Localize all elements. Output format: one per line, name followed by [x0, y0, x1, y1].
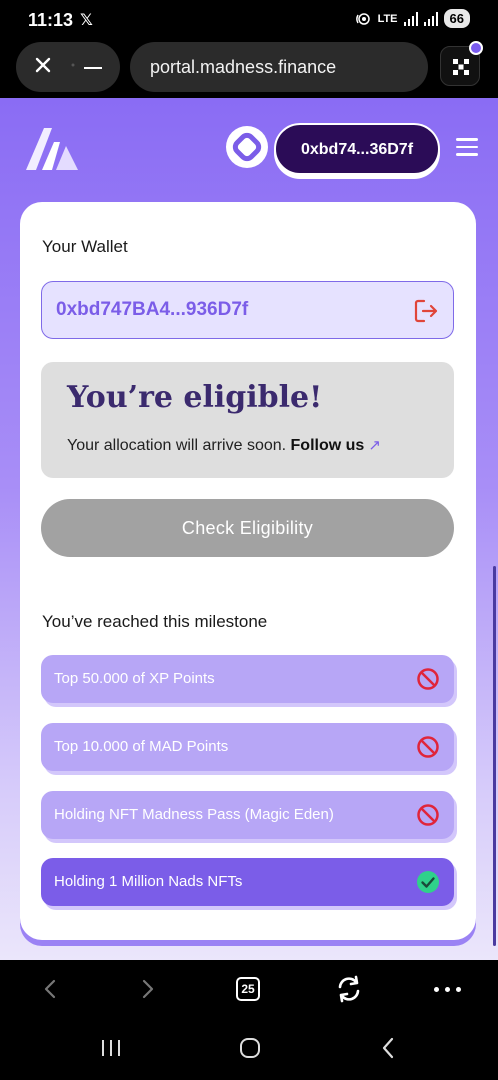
home-icon[interactable]: [238, 1036, 262, 1060]
milestone-item-mad: Top 10.000 of MAD Points: [41, 723, 454, 771]
eligibility-title: You’re eligible!: [67, 380, 323, 415]
eligibility-message: Your allocation will arrive soon. Follow…: [67, 436, 381, 455]
signal-icon-2: [423, 11, 438, 26]
follow-us-link[interactable]: Follow us: [291, 437, 365, 454]
network-selector-button[interactable]: [226, 126, 268, 168]
status-bar: 11:13 𝕏 LTE 66: [0, 0, 498, 38]
forward-icon[interactable]: [138, 974, 158, 1004]
system-back-icon[interactable]: [378, 1036, 398, 1060]
milestone-label: Holding 1 Million Nads NFTs: [54, 873, 243, 890]
milestone-label: You’ve reached this milestone: [42, 612, 268, 631]
browser-bottom-nav: 25: [0, 960, 498, 1018]
browser-toolbar: portal.madness.finance: [0, 38, 498, 98]
milestone-item-nft-pass: Holding NFT Madness Pass (Magic Eden): [41, 791, 454, 839]
status-indicators: LTE 66: [355, 9, 470, 28]
tabs-button[interactable]: 25: [236, 977, 260, 1001]
minimize-icon[interactable]: [84, 67, 102, 69]
notification-dot-icon: [469, 41, 483, 55]
status-time: 11:13: [28, 10, 74, 30]
battery-indicator: 66: [443, 9, 470, 28]
extension-button[interactable]: [440, 41, 483, 86]
close-icon[interactable]: [32, 54, 54, 76]
not-allowed-icon: [417, 668, 439, 690]
check-eligibility-button[interactable]: Check Eligibility: [41, 499, 454, 557]
disconnect-icon[interactable]: [413, 298, 439, 324]
signal-icon: [403, 11, 418, 26]
web-page: 0xbd74...36D7f Your Wallet 0xbd747BA4...…: [0, 98, 498, 960]
hamburger-menu-icon[interactable]: [456, 138, 478, 156]
madness-logo-icon[interactable]: [22, 124, 80, 174]
x-app-icon: 𝕏: [80, 12, 93, 29]
eligibility-result: You’re eligible! Your allocation will ar…: [41, 362, 454, 478]
milestone-item-nads: Holding 1 Million Nads NFTs: [41, 858, 454, 906]
wallet-label: Your Wallet: [42, 237, 128, 256]
allocation-text: Your allocation will arrive soon.: [67, 437, 287, 454]
milestone-label: Holding NFT Madness Pass (Magic Eden): [54, 806, 334, 823]
recent-apps-icon[interactable]: [100, 1038, 122, 1058]
tab-controls: [16, 42, 120, 92]
not-allowed-icon: [417, 804, 439, 826]
wallet-address-field: 0xbd747BA4...936D7f: [41, 281, 454, 339]
network-type-label: LTE: [377, 12, 398, 25]
milestone-label: Top 10.000 of MAD Points: [54, 738, 229, 755]
more-options-icon[interactable]: [434, 987, 461, 992]
connected-wallet-button[interactable]: 0xbd74...36D7f: [274, 123, 440, 175]
separator-dot-icon: [71, 63, 75, 67]
ring-logo-icon: [232, 132, 262, 162]
milestone-item-xp: Top 50.000 of XP Points: [41, 655, 454, 703]
hotspot-icon: [355, 12, 370, 25]
page-scrollbar[interactable]: [493, 566, 496, 946]
check-circle-icon: [417, 871, 439, 893]
wallet-address-text: 0xbd747BA4...936D7f: [56, 299, 249, 320]
refresh-icon[interactable]: [334, 974, 364, 1004]
external-link-icon[interactable]: ↗: [368, 436, 381, 454]
system-nav-bar: [0, 1018, 498, 1080]
not-allowed-icon: [417, 736, 439, 758]
address-bar[interactable]: portal.madness.finance: [130, 42, 428, 92]
eligibility-card: Your Wallet 0xbd747BA4...936D7f You’re e…: [20, 202, 476, 940]
back-icon[interactable]: [40, 974, 60, 1004]
milestone-label: Top 50.000 of XP Points: [54, 670, 215, 687]
